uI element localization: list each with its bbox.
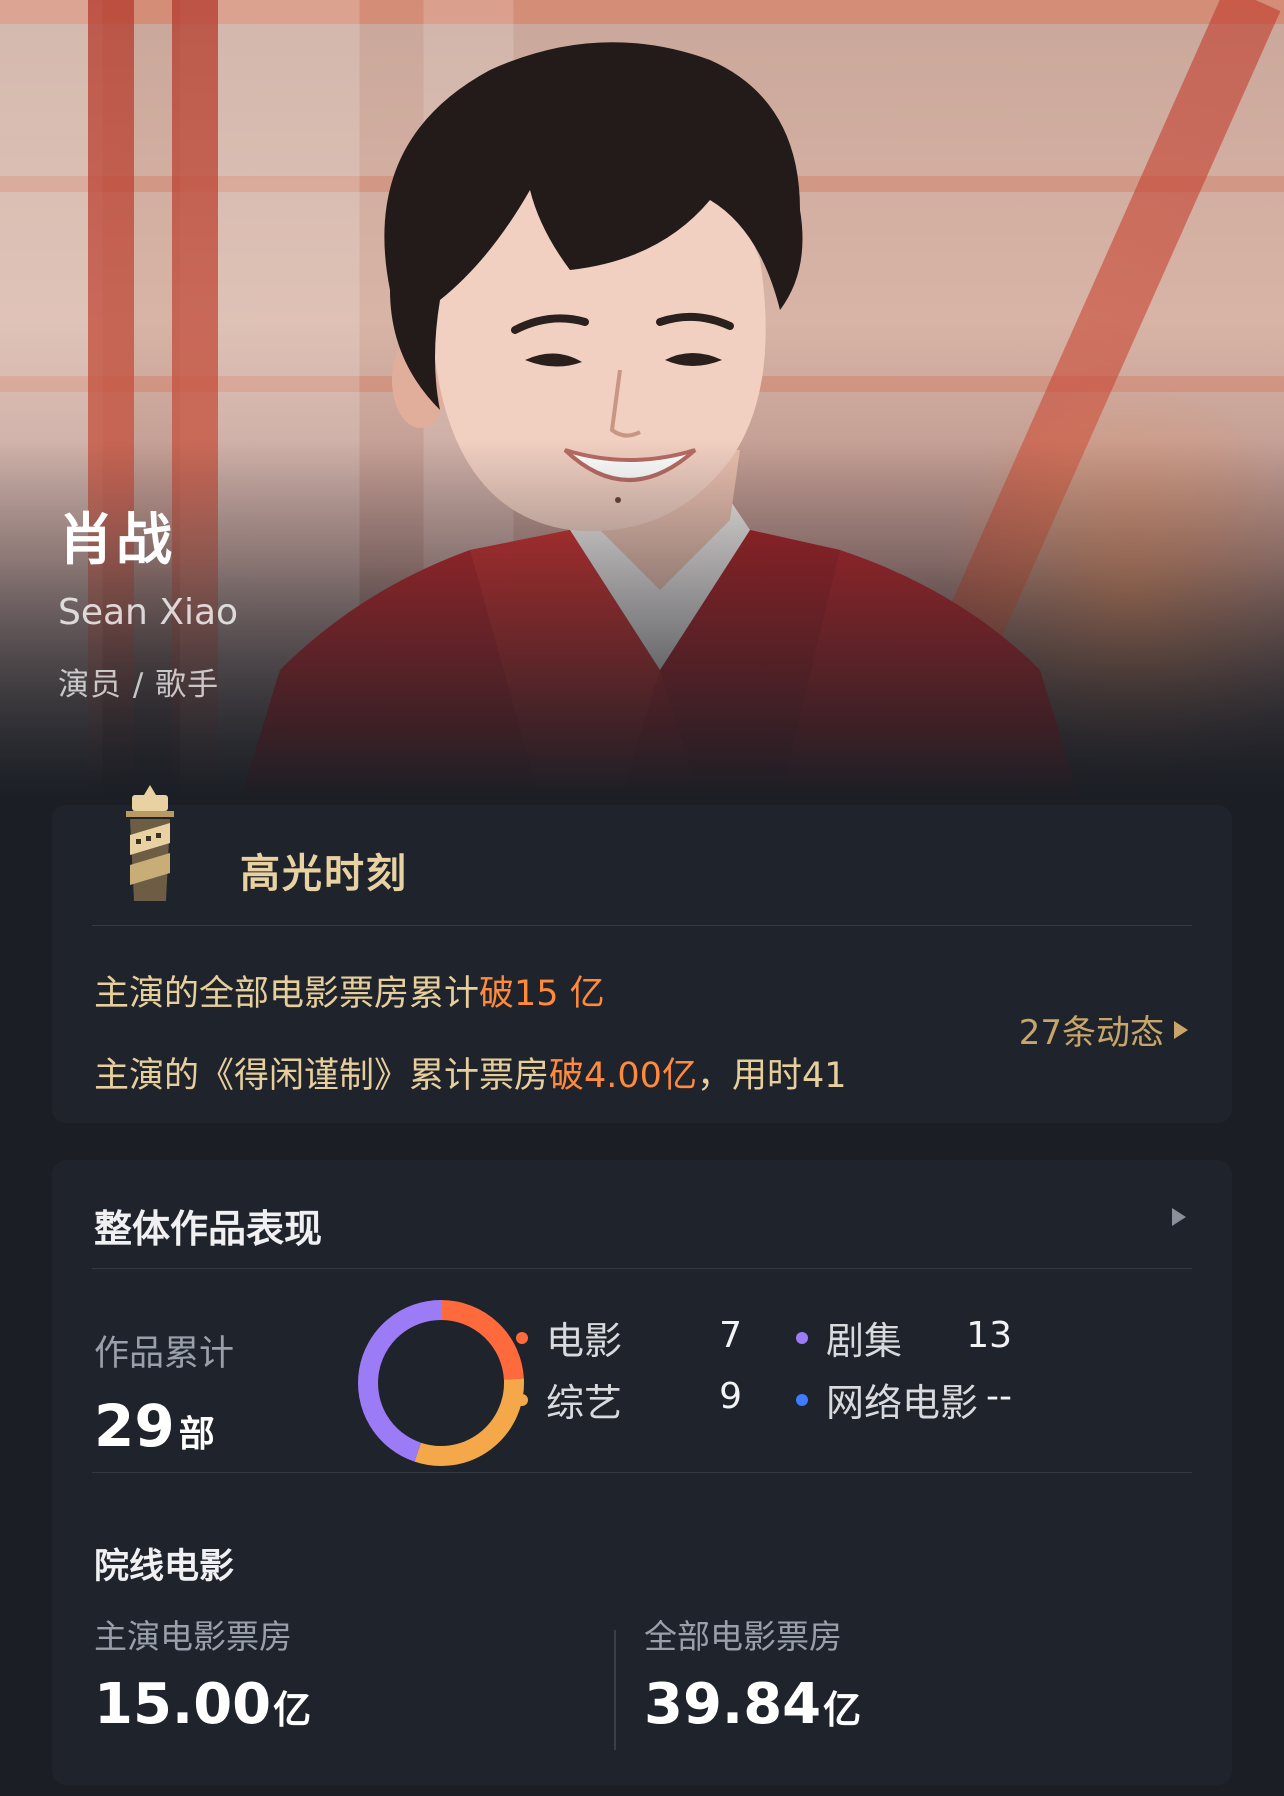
legend-label: 剧集 bbox=[826, 1319, 903, 1363]
legend-value: -- bbox=[986, 1376, 1012, 1417]
highlight-item-suffix: ，用时41 bbox=[696, 1056, 847, 1096]
profile-name-cn: 肖战 bbox=[58, 508, 174, 573]
triangle-right-icon bbox=[1172, 1208, 1186, 1226]
box-office-divider bbox=[614, 1630, 616, 1750]
lead-box-office-value: 15.00 bbox=[94, 1672, 272, 1737]
works-total-label: 作品累计 bbox=[94, 1334, 235, 1374]
highlight-item[interactable]: 主演的全部电影票房累计破15 亿 bbox=[94, 965, 605, 1016]
legend-label: 综艺 bbox=[546, 1381, 623, 1425]
works-donut-chart bbox=[358, 1300, 524, 1466]
all-box-office: 39.84亿 bbox=[644, 1672, 861, 1737]
donut-slice-电影 bbox=[440, 1300, 524, 1380]
donut-slice-综艺 bbox=[414, 1378, 524, 1466]
legend-item-variety: 综艺 bbox=[516, 1372, 622, 1427]
lead-box-office-unit: 亿 bbox=[273, 1688, 312, 1732]
legend-label: 电影 bbox=[546, 1319, 623, 1363]
triangle-right-icon bbox=[1174, 1020, 1188, 1039]
works-total-unit: 部 bbox=[178, 1414, 215, 1455]
legend-dot bbox=[516, 1331, 528, 1344]
profile-hero: 肖战 Sean Xiao 演员 / 歌手 bbox=[0, 0, 1284, 800]
works-total-value: 29 bbox=[94, 1392, 175, 1460]
lead-box-office-label: 主演电影票房 bbox=[94, 1617, 292, 1656]
highlight-item-value: 破15 亿 bbox=[479, 974, 605, 1014]
legend-item-series: 剧集 bbox=[796, 1310, 902, 1365]
profile-roles: 演员 / 歌手 bbox=[58, 667, 220, 703]
all-box-office-value: 39.84 bbox=[644, 1672, 822, 1737]
overall-title: 整体作品表现 bbox=[94, 1207, 323, 1251]
all-box-office-label: 全部电影票房 bbox=[644, 1617, 842, 1656]
legend-dot bbox=[516, 1393, 528, 1406]
works-total: 29 部 bbox=[94, 1392, 215, 1460]
overall-performance-card: 整体作品表现 作品累计 29部 电影 7 剧集 13 综艺 9 网络电影 -- bbox=[52, 1160, 1232, 1785]
legend-dot bbox=[796, 1331, 808, 1344]
highlight-item-value: 破4.00亿 bbox=[549, 1056, 697, 1096]
legend-item-movie: 电影 bbox=[516, 1310, 622, 1365]
film-tower-icon bbox=[126, 785, 174, 901]
legend-value: 9 bbox=[719, 1376, 742, 1417]
legend-value: 13 bbox=[966, 1315, 1012, 1356]
overall-divider bbox=[92, 1268, 1192, 1269]
profile-name-en: Sean Xiao bbox=[58, 592, 239, 633]
legend-dot bbox=[796, 1393, 808, 1406]
all-box-office-unit: 亿 bbox=[823, 1688, 862, 1732]
lead-box-office: 15.00亿 bbox=[94, 1672, 311, 1737]
highlight-item-text: 主演的《得闲谨制》累计票房 bbox=[94, 1056, 550, 1096]
highlight-divider bbox=[92, 925, 1192, 926]
highlight-title: 高光时刻 bbox=[240, 851, 408, 897]
highlight-card[interactable]: 高光时刻 主演的全部电影票房累计破15 亿 主演的《得闲谨制》累计票房破4.00… bbox=[52, 785, 1232, 1123]
overall-divider bbox=[92, 1472, 1192, 1473]
profile-info: 肖战 Sean Xiao 演员 / 歌手 bbox=[58, 495, 238, 704]
theatrical-title: 院线电影 bbox=[94, 1547, 235, 1587]
donut-slice-剧集 bbox=[358, 1300, 442, 1462]
legend-value: 7 bbox=[719, 1315, 742, 1356]
highlight-item[interactable]: 主演的《得闲谨制》累计票房破4.00亿，用时41 bbox=[94, 1047, 847, 1098]
highlight-more-link[interactable]: 27条动态 bbox=[1019, 1005, 1188, 1054]
highlight-item-text: 主演的全部电影票房累计 bbox=[94, 974, 480, 1014]
highlight-more-label: 27条动态 bbox=[1018, 1013, 1164, 1053]
overall-more-button[interactable] bbox=[1172, 1208, 1186, 1226]
